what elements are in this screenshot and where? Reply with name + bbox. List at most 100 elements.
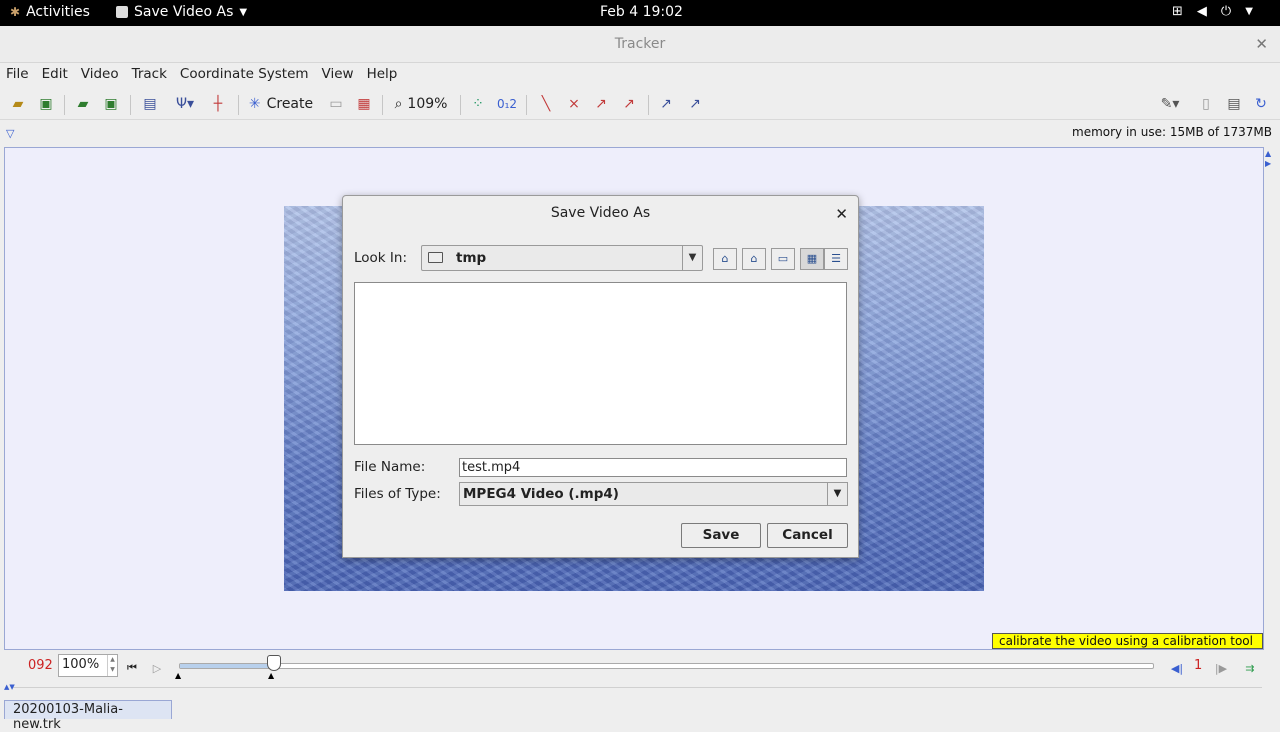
autotracker-icon[interactable]: ▦ (354, 95, 374, 113)
xy-axes-icon[interactable]: ↗ (656, 95, 676, 113)
save-video-icon[interactable]: ▣ (101, 95, 121, 113)
axes-icon[interactable]: ┼ (208, 95, 228, 113)
app-gear-icon: ✱ (10, 5, 21, 19)
step-back-icon[interactable]: ◀| (1170, 659, 1184, 677)
frame-number[interactable]: 092 (28, 658, 53, 673)
triangle-up-icon: ▲ (1265, 149, 1272, 158)
chevron-down-icon[interactable]: ▼ (827, 483, 847, 505)
zoom-label: 109% (407, 96, 448, 112)
notes-icon[interactable]: ▯ (1196, 95, 1216, 113)
menu-edit[interactable]: Edit (42, 66, 68, 82)
save-icon[interactable]: ▣ (36, 95, 56, 113)
close-icon[interactable]: ✕ (835, 205, 848, 223)
play-icon[interactable]: ▷ (150, 659, 164, 677)
app-icon (116, 6, 128, 18)
up-folder-icon[interactable]: ⌂ (713, 248, 737, 270)
activities-label: Activities (26, 4, 90, 20)
chevron-down-icon[interactable]: ▼ (682, 246, 702, 270)
calibration-hint: calibrate the video using a calibration … (992, 633, 1263, 649)
timeline-knob[interactable] (267, 655, 281, 671)
file-name-input[interactable]: test.mp4 (459, 458, 847, 477)
app-menu-button[interactable]: Save Video As ▼ (116, 4, 247, 20)
acceleration-icon[interactable]: ↗ (619, 95, 639, 113)
step-size[interactable]: 1 (1194, 658, 1202, 673)
spinner-arrows-icon[interactable]: ▲ ▼ (107, 655, 117, 676)
loop-icon[interactable]: ⇉ (1242, 659, 1258, 677)
toolbar: ▰ ▣ ▰ ▣ ▤ Ψ▾ ┼ ✳ Create ▭ ▦ ⌕ 109% ⁘ 0₁2… (0, 88, 1280, 120)
zoom-spinner-value: 100% (62, 657, 100, 672)
file-name-label: File Name: (354, 459, 426, 475)
details-view-icon[interactable]: ☰ (824, 248, 848, 270)
file-list[interactable] (354, 282, 847, 445)
window-close-icon[interactable]: ✕ (1255, 35, 1268, 53)
files-of-type-select[interactable]: MPEG4 Video (.mp4) ▼ (459, 482, 848, 506)
mass-icon[interactable]: ↗ (685, 95, 705, 113)
go-to-start-icon[interactable]: ⏮ (125, 659, 139, 677)
files-of-type-value: MPEG4 Video (.mp4) (463, 486, 619, 502)
menu-coordinate-system[interactable]: Coordinate System (180, 66, 309, 82)
magnifier-icon: ⌕ (394, 96, 403, 112)
collapse-icon[interactable]: ▲▼ (4, 683, 15, 691)
trails-icon[interactable]: ⁘ (468, 95, 488, 113)
window-titlebar: Tracker ✕ (0, 26, 1280, 63)
path-icon[interactable]: ╲ (536, 95, 556, 113)
look-in-label: Look In: (354, 250, 407, 266)
calibration-tools-icon[interactable]: Ψ▾ (170, 95, 200, 113)
track-control-icon[interactable]: ▭ (326, 95, 346, 113)
menu-file[interactable]: File (6, 66, 29, 82)
dialog-title: Save Video As (550, 205, 651, 221)
window-title: Tracker (614, 36, 666, 52)
power-icon: ⏻ (1220, 4, 1232, 19)
menu-track[interactable]: Track (132, 66, 167, 82)
tab-project[interactable]: 20200103-Malia-new.trk (4, 700, 172, 732)
create-label: Create (266, 96, 314, 112)
end-marker-icon[interactable]: ▲ (268, 671, 274, 680)
app-menu-label: Save Video As (134, 4, 234, 20)
clock[interactable]: Feb 4 19:02 (600, 4, 683, 20)
step-forward-icon[interactable]: |▶ (1214, 659, 1228, 677)
document-icon[interactable]: ▤ (1224, 95, 1244, 113)
menu-view[interactable]: View (322, 66, 354, 82)
start-marker-icon[interactable]: ▲ (175, 671, 181, 680)
menu-bar: File Edit Video Track Coordinate System … (0, 63, 1280, 85)
system-top-bar: ✱ Activities Save Video As ▼ Feb 4 19:02… (0, 0, 1280, 26)
zoom-button[interactable]: ⌕ 109% (391, 95, 451, 113)
menu-video[interactable]: Video (81, 66, 119, 82)
position-icon[interactable]: ⨯ (564, 95, 584, 113)
timeline-slider[interactable] (179, 663, 1154, 669)
files-of-type-label: Files of Type: (354, 486, 441, 502)
side-panel-toggle[interactable]: ▲ ▶ (1264, 147, 1276, 650)
triangle-right-icon: ▶ (1265, 159, 1272, 168)
open-video-icon[interactable]: ▰ (73, 95, 93, 113)
activities-button[interactable]: ✱ Activities (10, 4, 90, 20)
asterisk-icon: ✳ (248, 96, 261, 112)
new-folder-icon[interactable]: ▭ (771, 248, 795, 270)
clip-settings-icon[interactable]: ▤ (140, 95, 160, 113)
pencil-drawing-icon[interactable]: ✎▾ (1155, 95, 1185, 113)
look-in-value: tmp (456, 250, 487, 266)
chevron-down-icon: ▼ (1245, 6, 1253, 17)
system-tray[interactable]: ⊞ ◀ ⏻ ▼ (1172, 4, 1253, 19)
labels-icon[interactable]: 0₁2 (496, 95, 518, 113)
chevron-down-icon: ▼ (239, 6, 248, 18)
network-icon: ⊞ (1172, 4, 1183, 19)
list-view-icon[interactable]: ▦ (800, 248, 824, 270)
divider-row: ▲▼ (4, 683, 1266, 693)
home-icon[interactable]: ⌂ (742, 248, 766, 270)
look-in-select[interactable]: tmp ▼ (421, 245, 703, 271)
memory-status: memory in use: 15MB of 1737MB (1072, 125, 1272, 139)
volume-icon: ◀ (1196, 4, 1207, 19)
refresh-icon[interactable]: ↻ (1251, 95, 1271, 113)
create-track-button[interactable]: ✳ Create (246, 95, 316, 113)
save-video-dialog: Save Video As ✕ Look In: tmp ▼ ⌂ ⌂ ▭ ▦ ☰… (342, 195, 859, 558)
info-bar: ▽ memory in use: 15MB of 1737MB (0, 121, 1280, 145)
track-dropdown-icon[interactable]: ▽ (6, 127, 14, 140)
velocity-icon[interactable]: ↗ (591, 95, 611, 113)
zoom-spinner[interactable]: 100% ▲ ▼ (58, 654, 118, 677)
cancel-button[interactable]: Cancel (767, 523, 848, 548)
player-bar: 092 100% ▲ ▼ ⏮ ▷ ▲ ▲ ◀| 1 |▶ ⇉ (4, 651, 1266, 683)
folder-icon (428, 252, 443, 263)
save-button[interactable]: Save (681, 523, 761, 548)
open-folder-icon[interactable]: ▰ (8, 95, 28, 113)
menu-help[interactable]: Help (367, 66, 398, 82)
